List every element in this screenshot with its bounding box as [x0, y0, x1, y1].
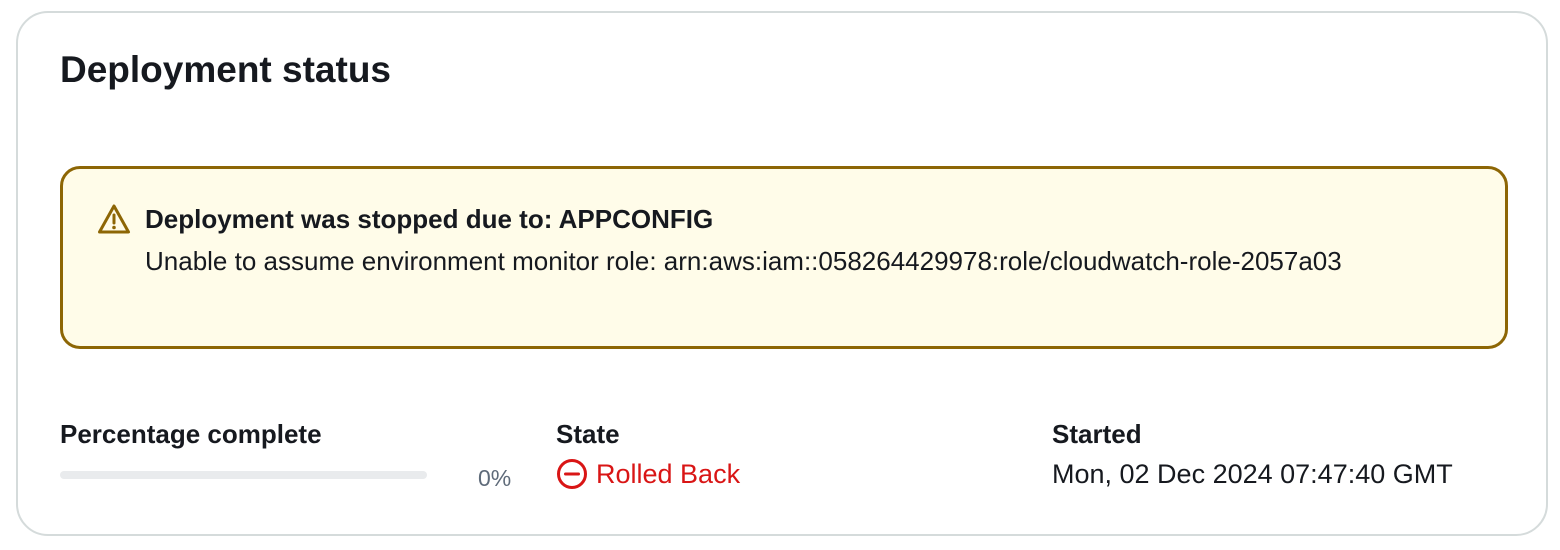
progress-bar [60, 471, 427, 479]
state-value: Rolled Back [596, 459, 741, 489]
warning-alert: Deployment was stopped due to: APPCONFIG… [60, 166, 1508, 349]
started-label: Started [1052, 419, 1142, 449]
started-value: Mon, 02 Dec 2024 07:47:40 GMT [1052, 459, 1453, 489]
status-stopped-icon [557, 459, 587, 489]
alert-title: Deployment was stopped due to: APPCONFIG [145, 204, 714, 234]
progress-percentage: 0% [478, 465, 512, 491]
alert-message: Unable to assume environment monitor rol… [145, 246, 1342, 276]
deployment-status-panel: Deployment status Deployment was stopped… [16, 11, 1548, 536]
state-status: Rolled Back [556, 456, 740, 492]
percentage-complete-label: Percentage complete [60, 419, 322, 449]
started-section: Started [1052, 416, 1142, 452]
warning-icon [98, 204, 130, 234]
state-section: State [556, 416, 620, 452]
state-label: State [556, 419, 620, 449]
page-title: Deployment status [60, 49, 392, 90]
percentage-complete-section: Percentage complete [60, 416, 322, 452]
